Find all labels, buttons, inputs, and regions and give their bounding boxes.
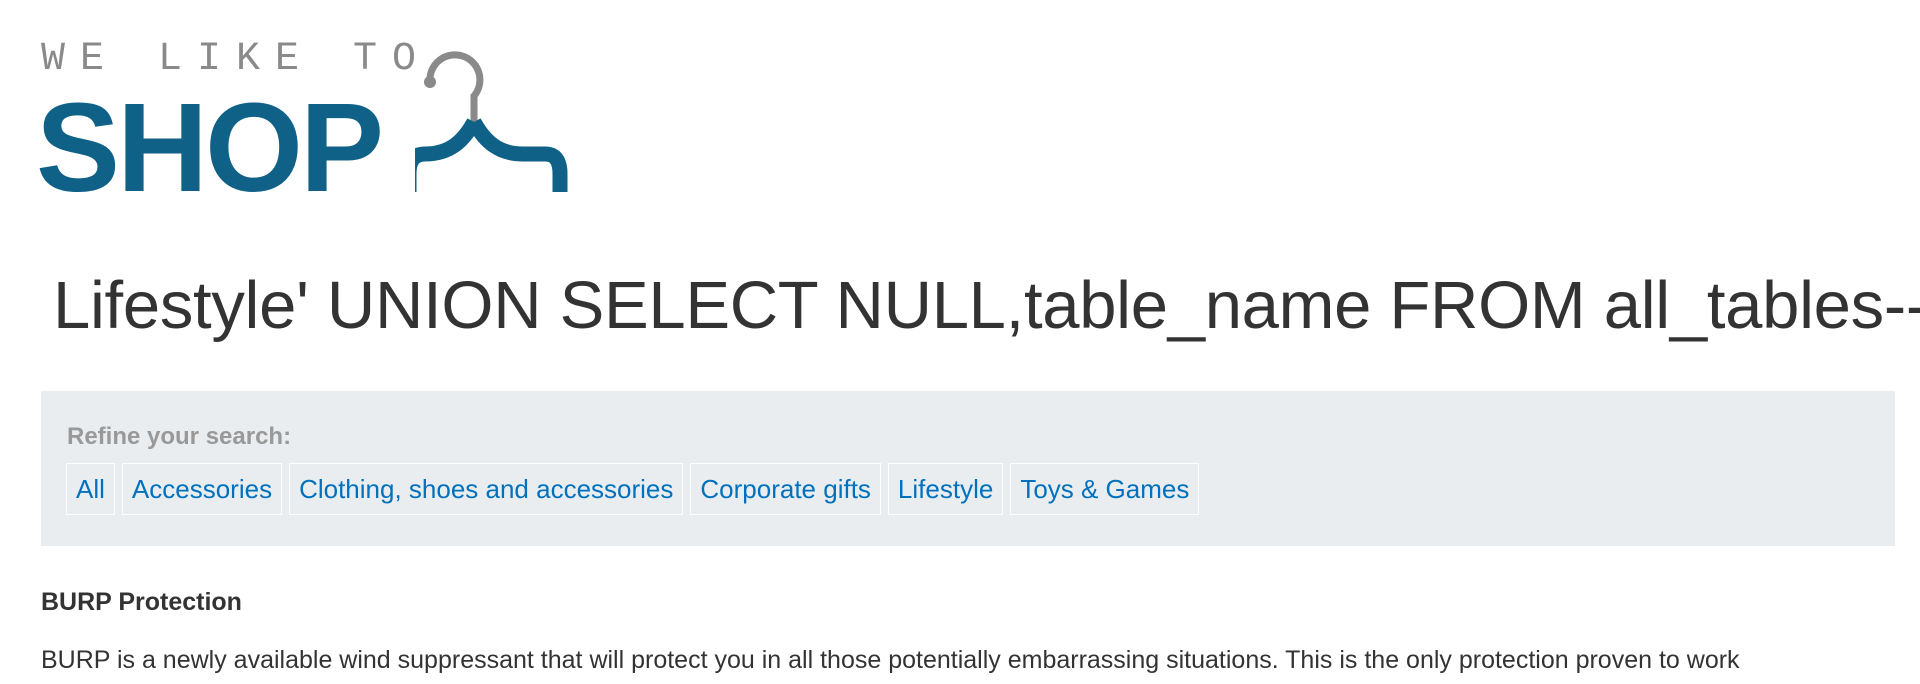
logo-tagline: WE LIKE TO <box>41 37 432 82</box>
filter-link-corporate-gifts[interactable]: Corporate gifts <box>690 463 881 515</box>
filter-link-all[interactable]: All <box>66 463 115 515</box>
product-description: BURP is a newly available wind suppressa… <box>41 646 1740 674</box>
hanger-icon <box>415 51 568 192</box>
product-name: BURP Protection <box>41 588 242 616</box>
page-title: Lifestyle' UNION SELECT NULL,table_name … <box>53 268 1920 343</box>
filter-label: Refine your search: <box>67 423 292 450</box>
logo[interactable]: WE LIKE TO SHOP <box>36 37 620 218</box>
filter-section: Refine your search: All Accessories Clot… <box>41 391 1895 546</box>
filter-links: All Accessories Clothing, shoes and acce… <box>66 463 1200 515</box>
filter-link-accessories[interactable]: Accessories <box>121 463 283 515</box>
filter-link-toys-games[interactable]: Toys & Games <box>1010 463 1200 515</box>
page: WE LIKE TO SHOP Lifestyle' UNION SELECT … <box>0 0 1920 684</box>
filter-link-clothing[interactable]: Clothing, shoes and accessories <box>289 463 684 515</box>
filter-link-lifestyle[interactable]: Lifestyle <box>887 463 1004 515</box>
logo-word: SHOP <box>36 77 384 218</box>
